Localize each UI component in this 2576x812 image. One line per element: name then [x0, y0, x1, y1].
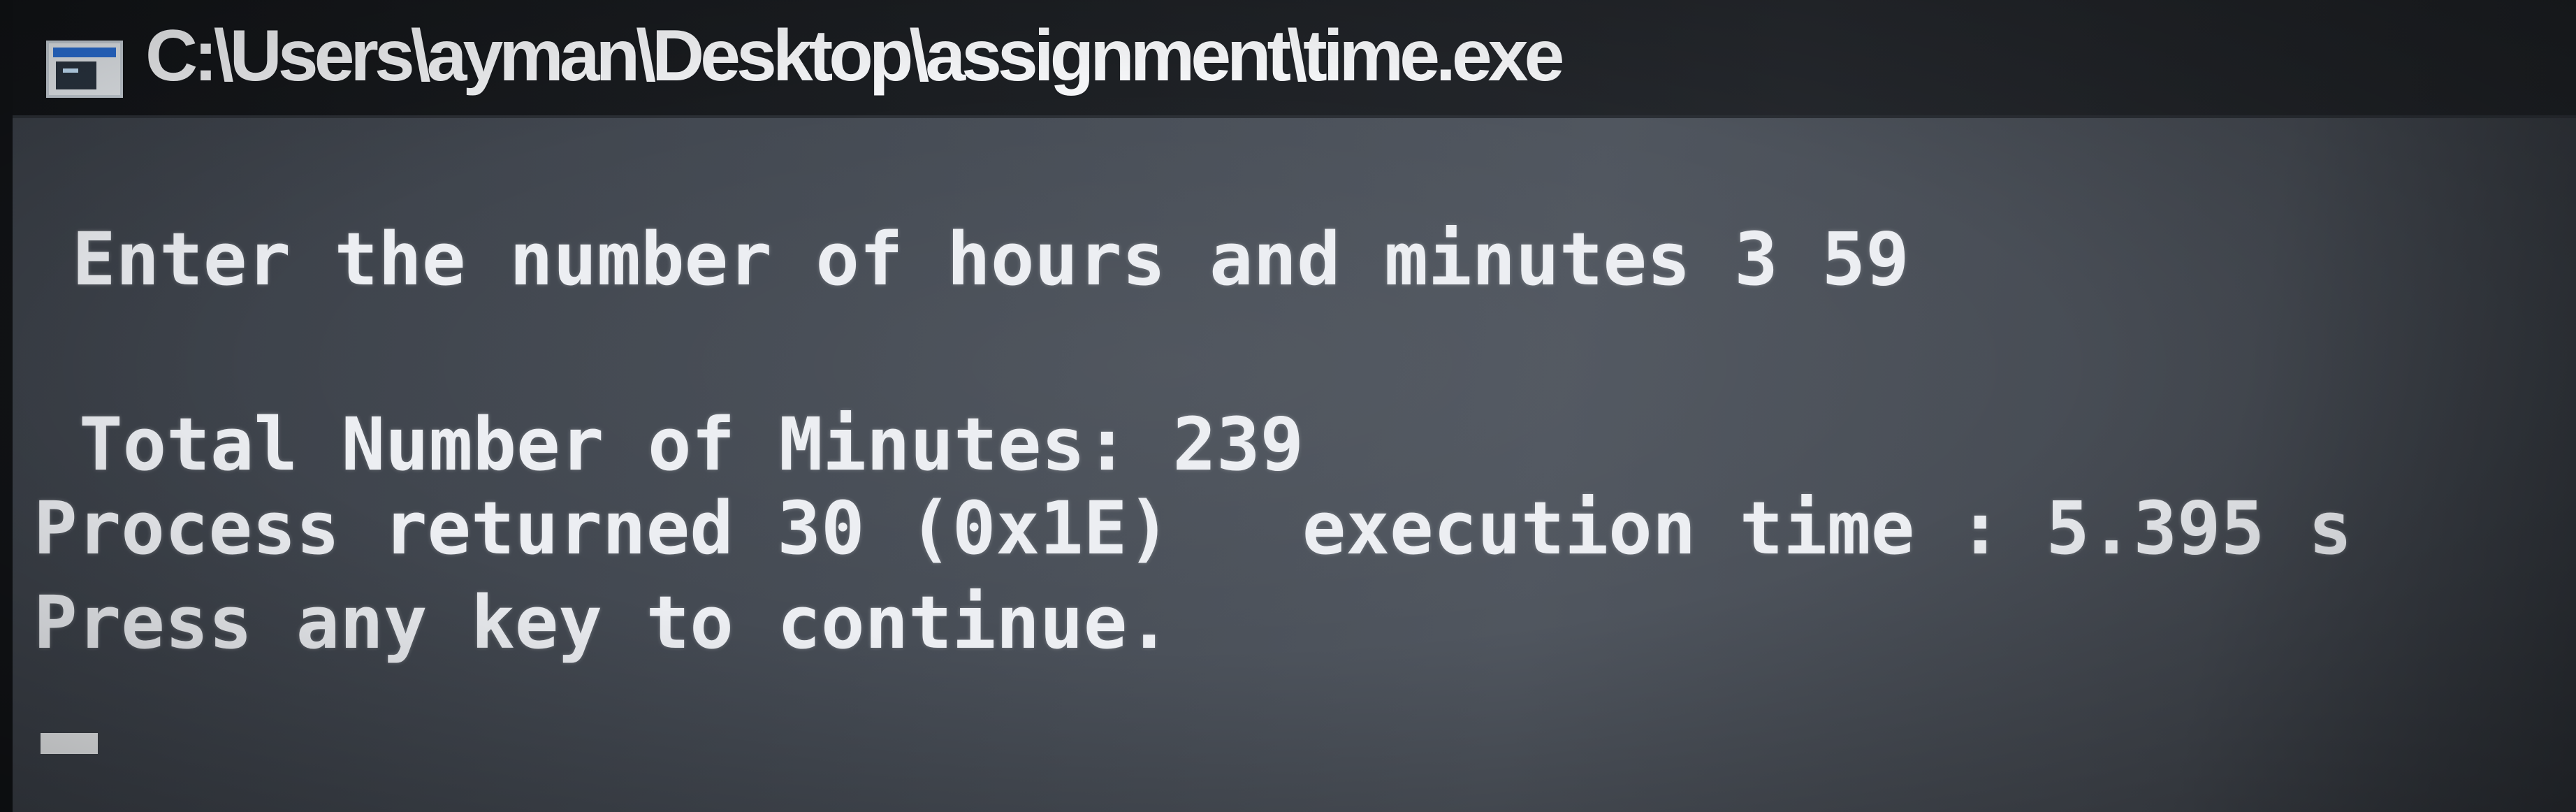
- title-bar[interactable]: C:\Users\ayman\Desktop\assignment\time.e…: [13, 0, 2576, 118]
- console-app-icon[interactable]: [46, 41, 123, 98]
- process-return-line: Process returned 30 (0x1E) execution tim…: [34, 486, 2352, 571]
- window-title: C:\Users\ayman\Desktop\assignment\time.e…: [145, 15, 1564, 96]
- screen-bezel: [0, 0, 13, 812]
- continue-prompt-line: Press any key to continue.: [34, 580, 1171, 665]
- console-window: C:\Users\ayman\Desktop\assignment\time.e…: [0, 0, 2576, 812]
- text-cursor: [41, 733, 98, 754]
- prompt-line: Enter the number of hours and minutes 3 …: [72, 217, 1909, 302]
- result-line: Total Number of Minutes: 239: [79, 402, 1304, 487]
- console-output[interactable]: Enter the number of hours and minutes 3 …: [13, 118, 2576, 812]
